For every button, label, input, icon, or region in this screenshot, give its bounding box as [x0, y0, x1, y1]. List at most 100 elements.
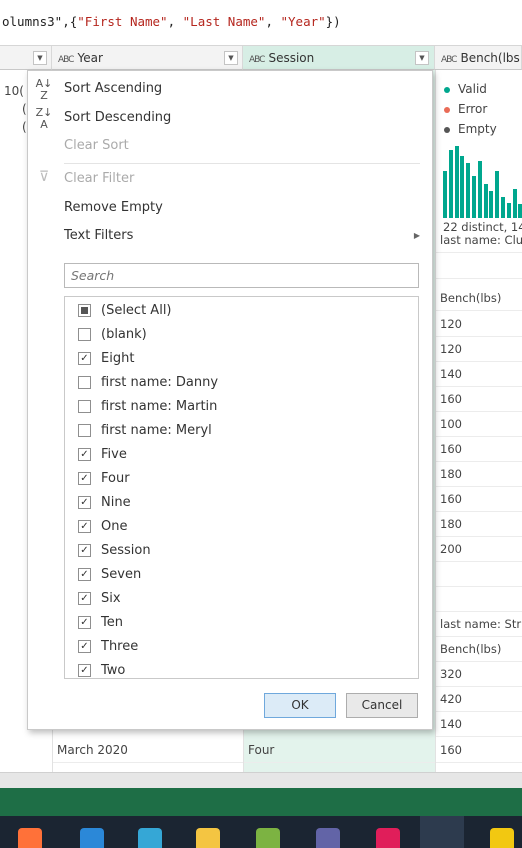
legend-valid: Valid: [444, 80, 487, 98]
checkbox[interactable]: [78, 304, 91, 317]
checkbox[interactable]: ✓: [78, 544, 91, 557]
formula-text[interactable]: olumns3",{"First Name", "Last Name", "Ye…: [2, 14, 341, 29]
legend-error: Error: [444, 100, 487, 118]
cell-bench[interactable]: last name: Clu: [436, 228, 522, 253]
checkbox[interactable]: ✓: [78, 352, 91, 365]
text-type-icon[interactable]: ABC: [249, 48, 266, 69]
chevron-down-icon[interactable]: ▼: [415, 51, 429, 65]
cell-bench[interactable]: 180: [436, 512, 522, 537]
checkbox[interactable]: [78, 400, 91, 413]
filter-option-label: Two: [101, 663, 126, 678]
cell-bench[interactable]: 160: [436, 487, 522, 512]
notepad-icon[interactable]: [256, 828, 280, 848]
horizontal-scrollbar[interactable]: [0, 772, 522, 788]
cell-bench[interactable]: Bench(lbs): [436, 286, 522, 311]
cell-bench[interactable]: Bench(lbs): [436, 637, 522, 662]
filter-option[interactable]: first name: Martin: [65, 395, 418, 419]
sort-descending-icon: Z↓ A: [35, 106, 53, 131]
filter-option[interactable]: (blank): [65, 323, 418, 347]
cell-bench[interactable]: last name: Str: [436, 612, 522, 637]
column-header-year[interactable]: ABC Year ▼: [52, 46, 243, 70]
cell-bench[interactable]: 140: [436, 362, 522, 387]
slack-icon[interactable]: [376, 828, 400, 848]
filter-option[interactable]: ✓ Five: [65, 443, 418, 467]
checkbox[interactable]: ✓: [78, 640, 91, 653]
cell-bench[interactable]: 100: [436, 412, 522, 437]
formula-bar[interactable]: olumns3",{"First Name", "Last Name", "Ye…: [0, 0, 522, 46]
filter-option[interactable]: ✓ Four: [65, 467, 418, 491]
teams-icon[interactable]: [316, 828, 340, 848]
text-type-icon[interactable]: ABC: [58, 48, 75, 69]
filter-value-list[interactable]: (Select All) (blank) ✓ Eight first name: Dan…: [64, 296, 419, 679]
filter-option-label: Session: [101, 543, 151, 558]
checkbox[interactable]: ✓: [78, 520, 91, 533]
cell-bench[interactable]: [436, 562, 522, 587]
filter-option[interactable]: ✓ Two: [65, 659, 418, 683]
chevron-down-icon[interactable]: ▼: [33, 51, 47, 65]
cell-bench[interactable]: 120: [436, 312, 522, 337]
cell-bench[interactable]: 420: [436, 687, 522, 712]
clear-filter-item[interactable]: ⊽ Clear Filter: [28, 166, 432, 192]
cell-partial[interactable]: (: [22, 120, 27, 134]
checkbox[interactable]: [78, 328, 91, 341]
legend-dot: [444, 86, 450, 93]
sort-ascending-item[interactable]: A↓ Z Sort Ascending: [28, 76, 432, 102]
sort-descending-item[interactable]: Z↓ A Sort Descending: [28, 105, 432, 131]
filter-option[interactable]: first name: Danny: [65, 371, 418, 395]
filter-option[interactable]: ✓ Eight: [65, 347, 418, 371]
filter-option[interactable]: first name: Meryl: [65, 419, 418, 443]
cell-bench[interactable]: 160: [436, 437, 522, 462]
remove-empty-item[interactable]: Remove Empty: [28, 195, 432, 221]
file-explorer-icon[interactable]: [196, 828, 220, 848]
filter-option[interactable]: ✓ Three: [65, 635, 418, 659]
cell-bench[interactable]: [436, 254, 522, 279]
cell-partial[interactable]: (: [22, 102, 27, 116]
histogram-bar: [466, 163, 471, 218]
filter-option[interactable]: (Select All): [65, 299, 418, 323]
checkbox[interactable]: ✓: [78, 568, 91, 581]
cell-session[interactable]: Four: [244, 738, 435, 763]
column-header-session[interactable]: ABC Session ▼: [243, 46, 435, 70]
checkbox[interactable]: ✓: [78, 496, 91, 509]
cancel-button[interactable]: Cancel: [346, 693, 418, 718]
checkbox[interactable]: ✓: [78, 616, 91, 629]
store-icon[interactable]: [80, 828, 104, 848]
column-header-previous[interactable]: ▼: [0, 46, 52, 70]
search-input[interactable]: [64, 263, 419, 288]
power-bi-icon[interactable]: [490, 828, 514, 848]
checkbox[interactable]: ✓: [78, 472, 91, 485]
chevron-down-icon[interactable]: ▼: [224, 51, 238, 65]
filter-option[interactable]: ✓ One: [65, 515, 418, 539]
text-type-icon[interactable]: ABC: [441, 48, 458, 69]
cell-bench[interactable]: 320: [436, 662, 522, 687]
filter-option[interactable]: ✓ Ten: [65, 611, 418, 635]
ok-button[interactable]: OK: [264, 693, 336, 718]
cell-bench[interactable]: [436, 587, 522, 612]
checkbox[interactable]: ✓: [78, 448, 91, 461]
filter-option-label: One: [101, 519, 128, 534]
filter-option[interactable]: ✓ Six: [65, 587, 418, 611]
cell-bench[interactable]: 200: [436, 537, 522, 562]
clear-sort-item[interactable]: Clear Sort: [28, 133, 432, 159]
checkbox[interactable]: [78, 376, 91, 389]
status-bar: [0, 788, 522, 816]
cell-bench[interactable]: 120: [436, 337, 522, 362]
firefox-icon[interactable]: [18, 828, 42, 848]
filter-option-label: Five: [101, 447, 127, 462]
filter-option[interactable]: ✓ Session: [65, 539, 418, 563]
text-filters-item[interactable]: Text Filters ▶: [28, 223, 432, 249]
cell-bench[interactable]: 160: [436, 387, 522, 412]
checkbox[interactable]: [78, 424, 91, 437]
cell-bench[interactable]: 160: [436, 738, 522, 763]
cell-partial[interactable]: 10(: [4, 84, 24, 98]
filter-option[interactable]: ✓ Seven: [65, 563, 418, 587]
checkbox[interactable]: ✓: [78, 664, 91, 677]
cell-bench[interactable]: 140: [436, 712, 522, 737]
cell-year[interactable]: March 2020: [53, 738, 243, 763]
cell-bench[interactable]: 180: [436, 462, 522, 487]
checkbox[interactable]: ✓: [78, 592, 91, 605]
column-header-bench[interactable]: ABC Bench(lbs: [435, 46, 522, 70]
filter-option[interactable]: ✓ Nine: [65, 491, 418, 515]
edge-icon[interactable]: [138, 828, 162, 848]
menu-separator: [64, 163, 420, 164]
